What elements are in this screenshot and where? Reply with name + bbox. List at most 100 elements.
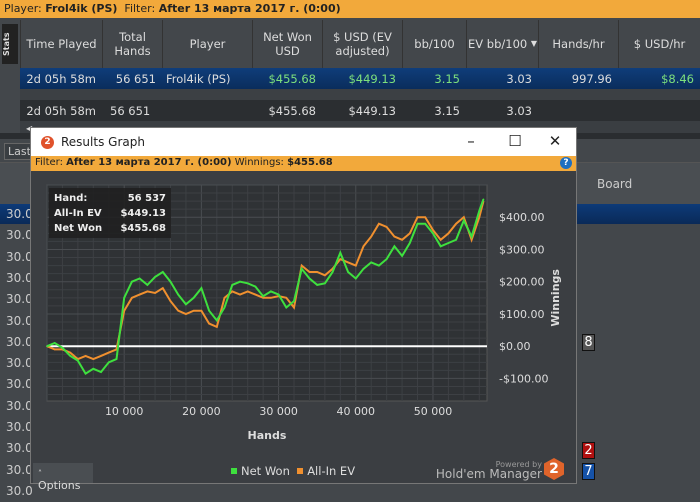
legend-net[interactable]: Net Won	[241, 464, 290, 478]
data-point	[354, 277, 357, 280]
card: 8	[582, 334, 595, 351]
data-point	[362, 268, 365, 270]
data-point	[354, 264, 357, 267]
left-cell: 30.0	[6, 483, 33, 498]
maximize-icon[interactable]: ☐	[505, 132, 525, 150]
data-point	[270, 290, 272, 293]
data-point	[77, 359, 79, 362]
y-tick-label: $100.00	[499, 308, 545, 321]
cell-bb: 3.15	[434, 71, 460, 86]
sort-desc-icon: ▼	[530, 39, 538, 48]
data-point	[470, 235, 473, 238]
cell-usdhr: $8.46	[661, 71, 694, 86]
data-point	[223, 297, 226, 299]
data-point	[92, 358, 95, 360]
y-tick-label: $400.00	[499, 211, 545, 224]
col-usdhr[interactable]: $ USD/hr	[618, 20, 700, 68]
data-point	[378, 222, 380, 225]
player-value: Frol4ik (PS)	[45, 2, 118, 15]
data-point	[208, 309, 210, 312]
data-point	[370, 261, 373, 264]
data-point	[69, 355, 71, 357]
col-hands[interactable]: Total Hands	[102, 20, 162, 68]
tooltip-ev-label: All-In EV	[54, 208, 102, 219]
data-point	[223, 306, 226, 309]
table-row[interactable]: 2d 05h 58m 56 651 Frol4ik (PS) $455.68 $…	[20, 68, 700, 89]
winnings-label: Winnings:	[234, 157, 284, 168]
data-point	[324, 274, 326, 277]
y-axis-label: Winnings	[549, 269, 562, 327]
card: 2	[582, 442, 595, 459]
left-cell: 30.0	[6, 313, 33, 328]
tooltip-net-label: Net Won	[54, 223, 103, 234]
data-point	[239, 280, 241, 283]
hm2-logo-icon: 2	[41, 135, 54, 149]
tooltip-hand: 56 537	[127, 193, 166, 204]
data-point	[107, 351, 110, 354]
data-point	[154, 276, 156, 278]
data-point	[339, 251, 342, 254]
data-point	[53, 348, 56, 351]
cell-hph: 997.96	[571, 71, 612, 86]
minimize-icon[interactable]: –	[461, 132, 481, 150]
data-point	[470, 239, 473, 241]
window-title: Results Graph	[61, 135, 145, 149]
data-point	[169, 280, 172, 283]
data-point	[192, 309, 195, 312]
left-cell: 30.0	[6, 420, 33, 434]
data-point	[131, 297, 133, 299]
window-titlebar[interactable]: 2 Results Graph – ☐ ✕	[31, 128, 576, 156]
left-cell: 30.0	[6, 207, 33, 221]
data-point	[393, 245, 396, 248]
data-point	[185, 303, 187, 306]
col-evbb-label: EV bb/100	[467, 37, 528, 51]
data-point	[409, 232, 411, 235]
data-point	[378, 264, 380, 267]
filter-label: Filter:	[35, 157, 63, 168]
cell-net: $455.68	[268, 71, 316, 86]
data-point	[300, 268, 303, 270]
y-tick-label: $0.00	[499, 340, 531, 353]
data-point	[53, 342, 56, 344]
col-hph[interactable]: Hands/hr	[538, 20, 618, 68]
col-bb[interactable]: bb/100	[402, 20, 466, 68]
legend-swatch-net	[231, 468, 237, 474]
x-tick-label: 40 000	[337, 405, 376, 418]
tooltip-ev: $449.13	[120, 208, 166, 219]
results-graph-window: 2 Results Graph – ☐ ✕ Filter: After 13 ма…	[30, 127, 577, 492]
legend-swatch-ev	[297, 468, 304, 474]
left-cell: 30.0	[6, 334, 33, 349]
data-point	[100, 355, 102, 357]
data-point	[339, 258, 342, 260]
data-point	[401, 239, 403, 241]
close-icon[interactable]: ✕	[545, 132, 565, 150]
help-icon[interactable]: ?	[560, 157, 572, 169]
col-board[interactable]: Board	[597, 177, 632, 191]
legend-ev[interactable]: All-In EV	[307, 464, 355, 478]
x-tick-label: 50 000	[414, 405, 453, 418]
cell-player: Frol4ik (PS)	[166, 71, 231, 86]
data-point	[208, 322, 210, 325]
col-ev[interactable]: $ USD (EV adjusted)	[322, 20, 402, 68]
data-point	[308, 277, 311, 280]
col-player[interactable]: Player	[162, 20, 252, 68]
data-point	[84, 355, 87, 357]
data-point	[185, 313, 187, 315]
data-point	[92, 367, 95, 370]
cell-hands: 56 651	[115, 71, 156, 86]
options-button[interactable]: ˄ Options	[33, 463, 93, 492]
y-tick-label: -$100.00	[499, 372, 548, 385]
tooltip-hand-label: Hand:	[54, 193, 88, 204]
data-point	[308, 271, 311, 273]
x-tick-label: 20 000	[182, 405, 221, 418]
y-tick-label: $300.00	[499, 243, 545, 256]
filter-value: After 13 марта 2017 г. (0:00)	[66, 157, 232, 168]
stats-tab[interactable]: Stats	[2, 24, 18, 64]
left-cell: 30.0	[6, 462, 33, 477]
data-point	[370, 235, 373, 238]
col-net[interactable]: Net Won USD	[252, 20, 322, 68]
data-point	[270, 297, 272, 299]
data-point	[84, 372, 87, 375]
col-evbb[interactable]: EV bb/100 ▼	[466, 20, 538, 68]
col-time[interactable]: Time Played	[20, 20, 102, 68]
